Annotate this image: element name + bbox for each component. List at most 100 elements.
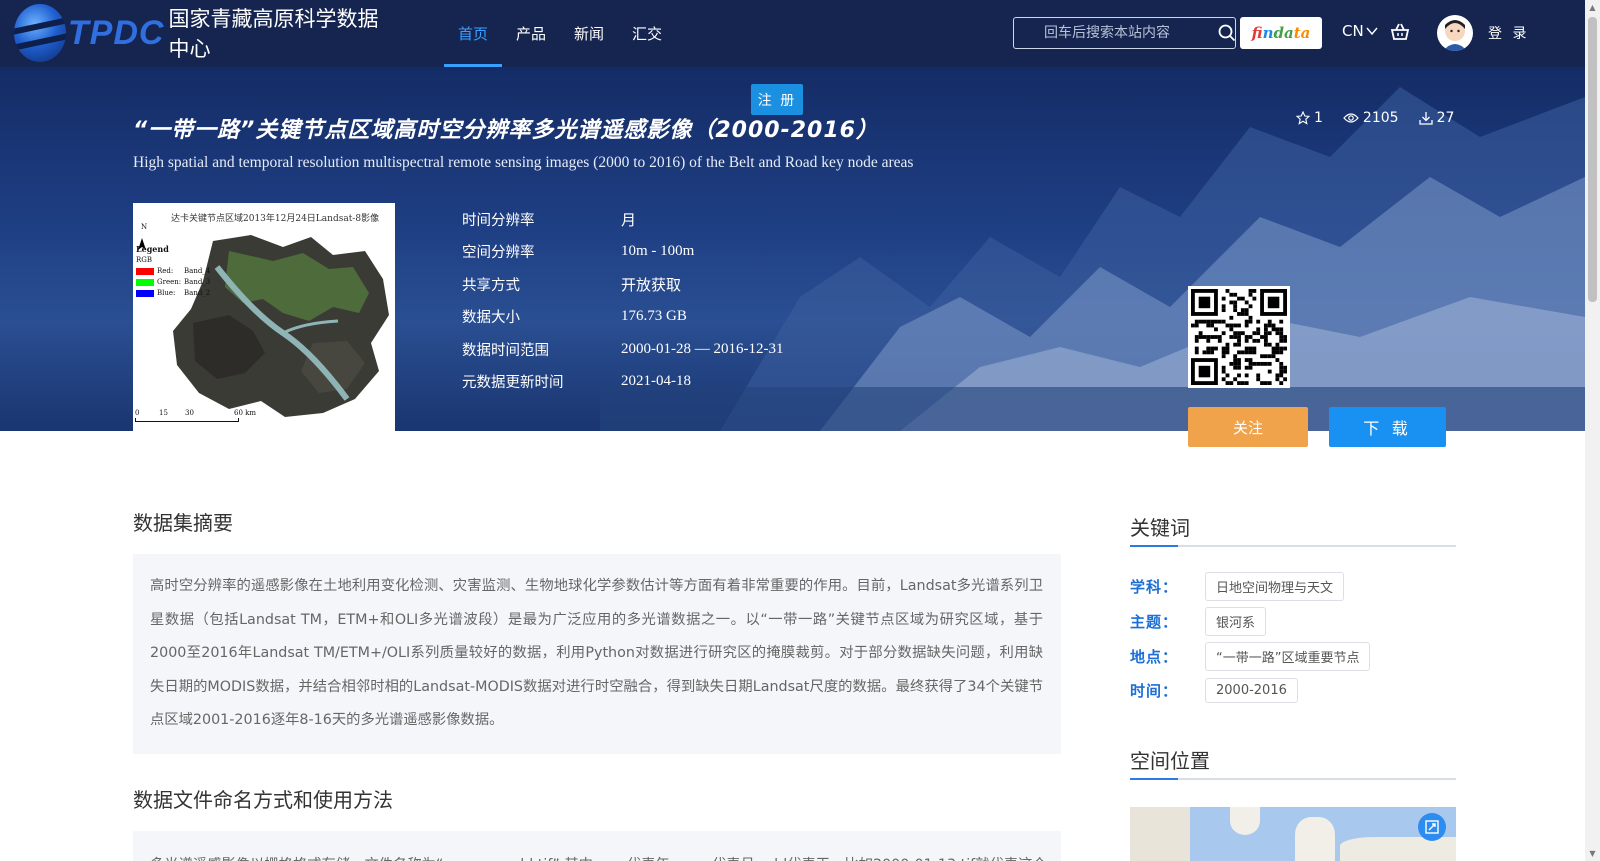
- qr-module: [1248, 315, 1253, 320]
- qr-code: [1188, 286, 1290, 388]
- findata-link[interactable]: fi n da ta: [1240, 17, 1322, 49]
- map-land: [1130, 807, 1190, 861]
- nav-item-home[interactable]: 首页: [444, 0, 503, 67]
- dataset-thumbnail[interactable]: 达卡关键节点区域2013年12月24日Landsat-8影像 N Legend …: [133, 203, 395, 431]
- download-icon: [1418, 112, 1433, 125]
- qr-module: [1244, 373, 1249, 378]
- download-count-value: 27: [1436, 110, 1455, 126]
- qr-module: [1221, 350, 1226, 355]
- qr-module: [1248, 350, 1253, 355]
- nav-item-news[interactable]: 新闻: [560, 0, 618, 67]
- qr-module: [1271, 350, 1276, 355]
- keyword-row-discipline: 学科： 日地空间物理与天文: [1130, 572, 1345, 601]
- meta-value: 开放获取: [621, 277, 682, 294]
- meta-row-time-range: 数据时间范围 2000-01-28 — 2016-12-31: [462, 333, 783, 366]
- qr-module: [1221, 308, 1226, 313]
- dataset-hero: 注 册 “一带一路”关键节点区域高时空分辨率多光谱遥感影像（2000-2016）…: [0, 67, 1585, 431]
- qr-module: [1240, 308, 1245, 313]
- thumbnail-legend: N Legend RGB Red: Band_4 Green: Band_3 B…: [136, 223, 210, 299]
- scrollbar-thumb[interactable]: [1588, 17, 1597, 302]
- qr-module: [1279, 381, 1284, 385]
- qr-module: [1260, 381, 1264, 385]
- qr-module: [1194, 323, 1199, 328]
- qr-module: [1217, 335, 1222, 339]
- legend-title: Legend: [136, 244, 169, 254]
- legend-channel: Blue:: [157, 289, 176, 297]
- qr-module: [1252, 361, 1257, 366]
- meta-label: 空间分辨率: [462, 245, 535, 262]
- qr-module: [1244, 365, 1249, 370]
- qr-module: [1217, 338, 1222, 343]
- qr-module: [1210, 323, 1215, 328]
- meta-value: 10m - 100m: [621, 243, 695, 260]
- scale-line: [135, 418, 239, 422]
- cart-icon[interactable]: [1390, 22, 1410, 46]
- meta-label: 共享方式: [462, 277, 520, 294]
- avatar[interactable]: [1437, 15, 1473, 51]
- qr-module: [1267, 361, 1272, 366]
- legend-swatch-red: [136, 268, 154, 275]
- qr-module: [1256, 319, 1261, 324]
- nav-item-submit[interactable]: 汇交: [618, 0, 676, 67]
- qr-code-icon: [1191, 289, 1287, 385]
- qr-module: [1214, 327, 1218, 332]
- qr-module: [1275, 350, 1280, 355]
- search-icon[interactable]: [1218, 18, 1236, 48]
- map-land: [1340, 837, 1456, 861]
- legend-row-green: Green: Band_3: [136, 277, 210, 288]
- qr-module: [1233, 365, 1238, 370]
- keyword-tag[interactable]: 2000-2016: [1205, 678, 1298, 703]
- qr-module: [1229, 323, 1234, 328]
- qr-module: [1194, 319, 1199, 324]
- qr-module: [1283, 338, 1287, 343]
- qr-module: [1283, 369, 1287, 374]
- scroll-up-arrow-icon[interactable]: ▲: [1588, 2, 1597, 12]
- qr-module: [1256, 361, 1261, 366]
- qr-module: [1233, 300, 1238, 305]
- scale-label: 30: [185, 409, 194, 417]
- search-input[interactable]: [1014, 18, 1218, 48]
- qr-module: [1279, 365, 1284, 370]
- qr-module: [1275, 327, 1280, 332]
- qr-module: [1279, 369, 1284, 374]
- download-button[interactable]: 下 载: [1329, 407, 1446, 447]
- qr-module: [1248, 289, 1253, 293]
- keyword-tag[interactable]: 银河系: [1205, 607, 1267, 636]
- register-button[interactable]: 注 册: [751, 84, 803, 115]
- qr-module: [1233, 292, 1238, 297]
- qr-module: [1275, 358, 1280, 362]
- qr-module: [1271, 346, 1276, 351]
- scroll-down-arrow-icon[interactable]: ▼: [1588, 848, 1597, 858]
- nav-item-products[interactable]: 产品: [502, 0, 560, 67]
- qr-module: [1256, 373, 1261, 378]
- location-map[interactable]: [1130, 807, 1456, 861]
- qr-module: [1206, 335, 1211, 339]
- follow-button[interactable]: 关注: [1188, 407, 1308, 447]
- page-scrollbar[interactable]: ▲ ▼: [1585, 0, 1600, 861]
- qr-module: [1221, 296, 1226, 301]
- qr-module: [1248, 304, 1253, 309]
- keyword-row-place: 地点： “一带一路”区域重要节点: [1130, 642, 1371, 671]
- star-count[interactable]: 1: [1296, 110, 1323, 126]
- qr-module: [1206, 323, 1211, 328]
- keyword-tag[interactable]: “一带一路”区域重要节点: [1205, 642, 1371, 671]
- legend-channel: Green:: [157, 278, 182, 286]
- qr-module: [1206, 346, 1211, 351]
- qr-module: [1248, 319, 1253, 324]
- keyword-tag[interactable]: 日地空间物理与天文: [1205, 572, 1345, 601]
- qr-module: [1206, 319, 1211, 324]
- qr-module: [1279, 331, 1284, 336]
- qr-module: [1202, 350, 1207, 355]
- qr-module: [1206, 350, 1211, 355]
- qr-module: [1221, 365, 1226, 370]
- qr-module: [1229, 315, 1234, 320]
- qr-module: [1248, 361, 1253, 366]
- fullscreen-icon[interactable]: [1418, 813, 1446, 841]
- site-logo[interactable]: TPDC 国家青藏高原科学数据中心: [14, 4, 394, 62]
- language-switcher[interactable]: CN: [1342, 22, 1378, 40]
- meta-row-spatial-resolution: 空间分辨率 10m - 100m: [462, 236, 783, 269]
- login-link[interactable]: 登 录: [1488, 23, 1529, 43]
- star-icon: [1296, 111, 1310, 125]
- naming-title: 数据文件命名方式和使用方法: [133, 788, 393, 812]
- dataset-stats: 1 2105 27: [1296, 110, 1454, 126]
